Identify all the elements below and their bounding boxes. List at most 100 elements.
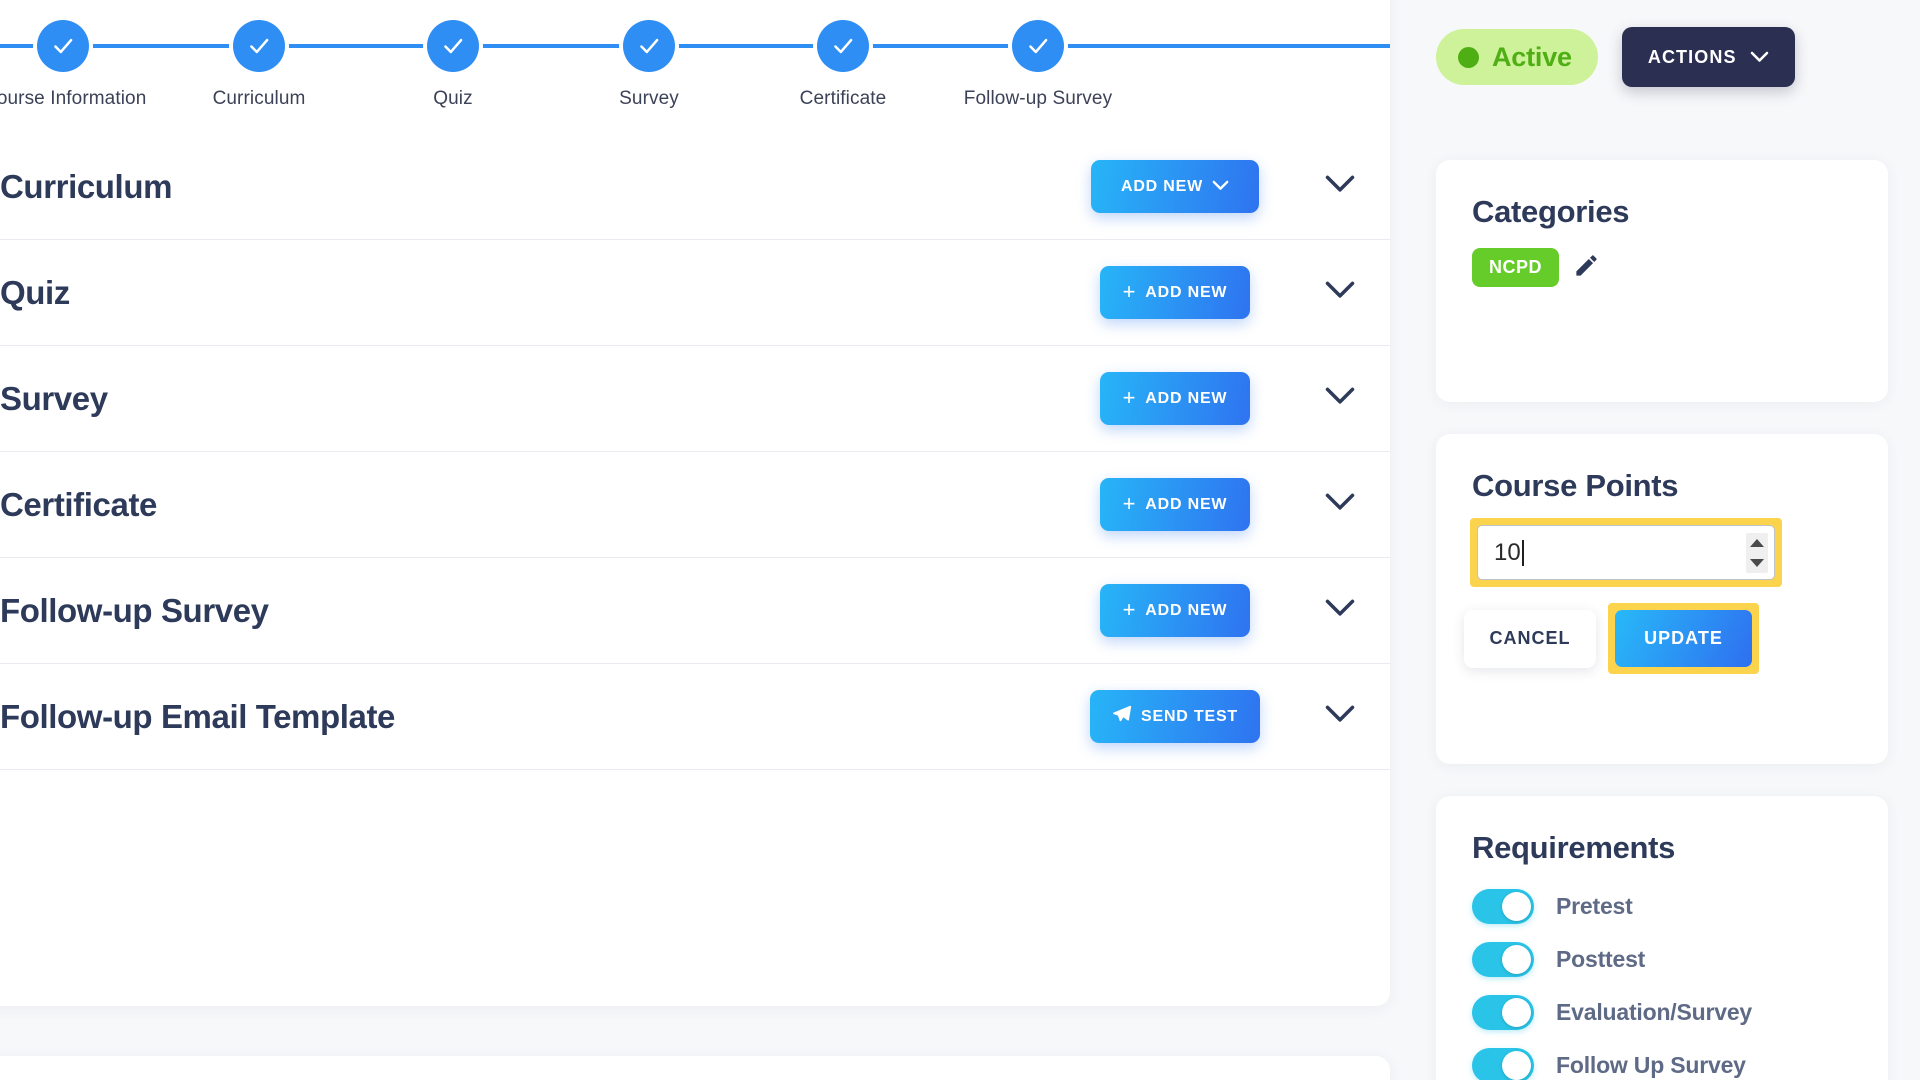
category-chip[interactable]: NCPD <box>1472 248 1560 287</box>
accordion-row: Survey + ADD NEW <box>0 346 1390 452</box>
accordion-row-title: Follow-up Survey <box>0 591 269 629</box>
stepper-step-label: Survey <box>619 88 679 109</box>
requirement-toggle[interactable] <box>1472 889 1534 924</box>
accordion-row: Follow-up Email Template SEND TEST <box>0 664 1390 770</box>
plus-icon: + <box>1122 278 1137 304</box>
status-dot-icon <box>1458 46 1479 68</box>
update-button-highlight: UPDATE <box>1608 603 1759 674</box>
accordion-row-action-label: ADD NEW <box>1145 283 1228 301</box>
stepper-step-3[interactable]: Survey <box>569 20 729 110</box>
chevron-down-icon <box>1212 178 1229 196</box>
requirement-label: Posttest <box>1556 946 1646 972</box>
stepper-step-label: Curriculum <box>212 88 306 109</box>
toggle-knob <box>1502 945 1531 974</box>
course-points-value: 10 <box>1494 538 1521 566</box>
categories-title: Categories <box>1472 194 1630 229</box>
accordion-row-title: Survey <box>0 379 108 417</box>
accordion-row: Curriculum ADD NEW <box>0 134 1390 240</box>
actions-button[interactable]: ACTIONS <box>1621 27 1795 87</box>
chevron-down-icon <box>1323 280 1357 305</box>
requirement-toggle[interactable] <box>1472 942 1534 977</box>
accordion-row-action-slot: + ADD NEW <box>1060 478 1290 531</box>
check-icon <box>233 20 285 72</box>
accordion-row-toggle[interactable] <box>1290 704 1390 729</box>
page-root: Course Information Curriculum Quiz Survey Ce… <box>0 0 1920 1080</box>
accordion-row-action-button[interactable]: + ADD NEW <box>1100 372 1250 425</box>
accordion-row-action-label: ADD NEW <box>1145 389 1228 407</box>
accordion-row-action-slot: + ADD NEW <box>1060 584 1290 637</box>
stepper-up-icon[interactable] <box>1750 538 1764 547</box>
number-stepper[interactable] <box>1746 532 1768 573</box>
requirement-item: Follow Up Survey <box>1472 1039 1888 1080</box>
stepper-step-0[interactable]: Course Information <box>0 20 147 110</box>
accordion-row-toggle[interactable] <box>1290 492 1390 517</box>
plus-icon: + <box>1122 490 1137 516</box>
course-points-actions: CANCEL UPDATE <box>1436 587 1888 674</box>
accordion-row-action-button[interactable]: + ADD NEW <box>1100 266 1250 319</box>
accordion-row-toggle[interactable] <box>1290 386 1390 411</box>
check-icon <box>623 20 675 72</box>
course-points-input[interactable]: 10 <box>1477 525 1775 580</box>
update-button[interactable]: UPDATE <box>1615 610 1752 667</box>
accordion-row: Follow-up Survey + ADD NEW <box>0 558 1390 664</box>
check-icon <box>817 20 869 72</box>
stepper-step-5[interactable]: Follow-up Survey <box>958 20 1118 110</box>
stepper-step-label: Certificate <box>799 88 887 109</box>
pencil-icon[interactable] <box>1573 252 1600 284</box>
stepper-step-1[interactable]: Curriculum <box>179 20 339 110</box>
check-icon <box>427 20 479 72</box>
accordion-row-title: Curriculum <box>0 167 173 205</box>
course-points-title: Course Points <box>1472 468 1679 503</box>
sidebar-topbar: Active ACTIONS <box>1436 27 1795 87</box>
accordion-row-action-button[interactable]: + ADD NEW <box>1100 584 1250 637</box>
status-badge-label: Active <box>1492 41 1572 72</box>
bottom-panel <box>0 1056 1390 1080</box>
requirement-label: Follow Up Survey <box>1556 1052 1746 1078</box>
requirement-toggle[interactable] <box>1472 1048 1534 1080</box>
accordion-row-action-button[interactable]: SEND TEST <box>1090 690 1260 743</box>
accordion-row-action-slot: + ADD NEW <box>1060 372 1290 425</box>
plus-icon: + <box>1122 596 1137 622</box>
text-cursor <box>1521 539 1524 566</box>
requirements-list: Pretest Posttest Evaluation/Survey Follow U… <box>1436 866 1888 1080</box>
requirement-label: Evaluation/Survey <box>1556 999 1753 1025</box>
check-icon <box>37 20 89 72</box>
status-badge[interactable]: Active <box>1436 29 1598 85</box>
plus-icon: + <box>1122 384 1137 410</box>
actions-button-label: ACTIONS <box>1647 46 1737 67</box>
toggle-knob <box>1502 1051 1531 1080</box>
toggle-knob <box>1502 998 1531 1027</box>
requirement-toggle[interactable] <box>1472 995 1534 1030</box>
stepper-step-4[interactable]: Certificate <box>763 20 923 110</box>
accordion-row-toggle[interactable] <box>1290 280 1390 305</box>
stepper-down-icon[interactable] <box>1750 558 1764 567</box>
accordion-row: Certificate + ADD NEW <box>0 452 1390 558</box>
chevron-down-icon <box>1323 598 1357 623</box>
requirements-title: Requirements <box>1472 830 1676 865</box>
accordion-row-action-label: ADD NEW <box>1145 495 1228 513</box>
accordion-row-action-button[interactable]: ADD NEW <box>1091 160 1259 213</box>
accordion-row-action-slot: + ADD NEW <box>1060 266 1290 319</box>
chevron-down-icon <box>1750 47 1769 68</box>
check-icon <box>1012 20 1064 72</box>
requirement-item: Posttest <box>1472 933 1888 986</box>
stepper-step-2[interactable]: Quiz <box>373 20 533 110</box>
stepper-step-label: Quiz <box>433 88 473 109</box>
accordion-row-toggle[interactable] <box>1290 174 1390 199</box>
stepper-step-label: Course Information <box>0 88 147 109</box>
requirement-label: Pretest <box>1556 893 1633 919</box>
requirements-card: Requirements Pretest Posttest Evaluation/S… <box>1436 796 1888 1080</box>
accordion-row-title: Certificate <box>0 485 157 523</box>
cancel-button[interactable]: CANCEL <box>1464 609 1596 668</box>
paper-plane-icon <box>1112 704 1132 729</box>
course-points-card: Course Points 10 CANCEL UPDATE <box>1436 434 1888 764</box>
accordion-row-toggle[interactable] <box>1290 598 1390 623</box>
course-builder-panel: Course Information Curriculum Quiz Survey Ce… <box>0 0 1390 1006</box>
accordion-row-action-label: SEND TEST <box>1141 707 1238 725</box>
chevron-down-icon <box>1323 386 1357 411</box>
accordion-row-action-slot: SEND TEST <box>1060 690 1290 743</box>
categories-chip-row: NCPD <box>1436 230 1888 287</box>
accordion-row-action-button[interactable]: + ADD NEW <box>1100 478 1250 531</box>
accordion-row-title: Quiz <box>0 273 70 311</box>
categories-card: Categories NCPD <box>1436 160 1888 402</box>
